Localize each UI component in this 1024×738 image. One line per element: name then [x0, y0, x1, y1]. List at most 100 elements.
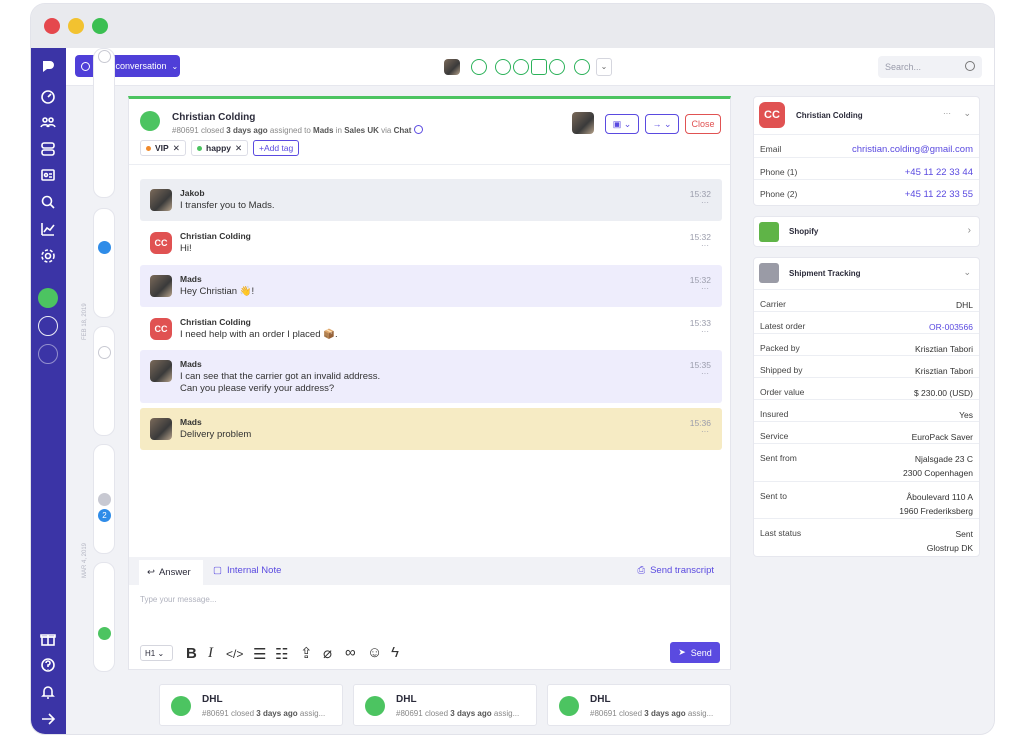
search-icon[interactable] [38, 192, 58, 212]
time-ago: 3 days ago [226, 126, 268, 135]
phone-link[interactable]: +45 11 22 33 55 [905, 188, 973, 202]
message-more-icon[interactable]: ··· [701, 241, 709, 250]
row-label: Sent to [760, 491, 787, 501]
forward-button[interactable]: → ⌄ [645, 114, 679, 134]
lightning-icon[interactable]: ϟ [391, 644, 399, 661]
help-icon[interactable] [38, 655, 58, 675]
chat-channel-icon [140, 111, 160, 131]
chat-channel-icon[interactable] [38, 344, 58, 364]
order-link[interactable]: OR-003566 [929, 320, 973, 334]
link-icon[interactable]: ∞ [345, 644, 356, 661]
message-input[interactable]: Type your message... [140, 595, 216, 604]
emoji-icon[interactable]: ☺ [367, 644, 382, 661]
email-icon[interactable] [531, 59, 547, 75]
analytics-icon[interactable] [38, 219, 58, 239]
timeline-segment[interactable]: 2 [93, 444, 115, 554]
remove-tag-icon[interactable]: ✕ [235, 143, 242, 154]
tab-label: Internal Note [226, 565, 282, 576]
phone-channel-icon[interactable] [38, 288, 58, 308]
message-more-icon[interactable]: ··· [701, 284, 709, 293]
card-status: closed [618, 709, 643, 718]
email-link[interactable]: christian.colding@gmail.com [852, 143, 973, 157]
message-more-icon[interactable]: ··· [701, 198, 709, 207]
maximize-window-dot[interactable] [92, 18, 108, 34]
timeline-segment[interactable] [93, 48, 115, 198]
close-conversation-button[interactable]: Close [685, 114, 721, 134]
channel: Chat [393, 126, 412, 135]
upload-icon[interactable]: ⇪ [300, 644, 313, 662]
expand-arrow-icon[interactable] [38, 709, 58, 729]
team-icon[interactable] [38, 112, 58, 132]
tag-label: VIP [155, 143, 169, 153]
add-tag-button[interactable]: +Add tag [253, 140, 300, 156]
conversation-card[interactable]: DHL #80691 closed 3 days ago assig... [353, 684, 537, 726]
settings-icon[interactable] [38, 246, 58, 266]
code-icon[interactable]: </> [226, 647, 243, 661]
shopify-panel[interactable]: Shopify › [753, 216, 980, 247]
heading-select[interactable]: H1 ⌄ [140, 645, 173, 661]
message-more-icon[interactable]: ··· [701, 427, 709, 436]
row-value: DHL [955, 300, 973, 310]
message-more-icon[interactable]: ··· [701, 369, 709, 378]
shopify-label: Shopify [789, 227, 819, 236]
minimize-window-dot[interactable] [68, 18, 84, 34]
logo-icon[interactable] [38, 56, 58, 76]
attachment-icon[interactable]: ⌀ [323, 644, 332, 662]
more-icon[interactable]: ··· [943, 109, 951, 118]
phone-icon[interactable] [495, 59, 511, 75]
web-icon[interactable] [574, 59, 590, 75]
email-channel-icon[interactable] [38, 316, 58, 336]
phone-link[interactable]: +45 11 22 33 44 [905, 166, 973, 180]
row-label: Carrier [760, 299, 786, 309]
dashboard-icon[interactable] [38, 86, 58, 106]
tab-answer[interactable]: ↩ Answer [139, 560, 203, 585]
contact-name[interactable]: Christian Colding [796, 111, 863, 120]
inbox-icon[interactable] [38, 139, 58, 159]
conversation-card[interactable]: DHL #80691 closed 3 days ago assig... [547, 684, 731, 726]
team[interactable]: Sales UK [344, 126, 379, 135]
tag-vip[interactable]: VIP ✕ [140, 140, 186, 156]
status-icon[interactable] [471, 59, 487, 75]
timeline-segment[interactable] [93, 208, 115, 318]
timeline-segment[interactable] [93, 326, 115, 436]
chat-icon[interactable] [513, 59, 529, 75]
message-more-icon[interactable]: ··· [701, 327, 709, 336]
chat-icon [98, 50, 111, 63]
tab-internal-note[interactable]: ▢ Internal Note [213, 565, 281, 576]
card-status: closed [424, 709, 449, 718]
assignee-avatar[interactable] [572, 112, 594, 134]
chevron-down-icon[interactable]: ⌄ [963, 108, 971, 119]
tag-happy[interactable]: happy ✕ [191, 140, 249, 156]
contacts-icon[interactable] [38, 165, 58, 185]
bell-icon[interactable] [38, 682, 58, 702]
info-icon[interactable] [413, 125, 423, 134]
shipment-row: Insured Yes [754, 399, 979, 421]
sms-icon[interactable] [549, 59, 565, 75]
close-window-dot[interactable] [44, 18, 60, 34]
row-value: Njalsgade 23 C 2300 Copenhagen [903, 454, 973, 478]
numbered-list-icon[interactable]: ☷ [275, 645, 288, 663]
send-transcript-button[interactable]: ⎙ Send transcript [637, 565, 714, 576]
app-window: New conversation ⌄ ⌄ Search... 2 FEB 18,… [31, 4, 994, 734]
new-conversation-button[interactable]: New conversation ⌄ [75, 55, 180, 77]
agent-avatar[interactable] [444, 59, 460, 75]
assignee[interactable]: Mads [313, 126, 333, 135]
bullet-list-icon[interactable]: ☰ [253, 645, 266, 663]
remove-tag-icon[interactable]: ✕ [173, 143, 180, 154]
chevron-down-icon[interactable]: ⌄ [963, 267, 971, 278]
row-label: Service [760, 431, 789, 441]
shipment-row: Sent from Njalsgade 23 C 2300 Copenhagen [754, 443, 979, 481]
shipment-row: Latest order OR-003566 [754, 311, 979, 333]
italic-icon[interactable]: I [208, 645, 213, 662]
conversation-card[interactable]: DHL #80691 closed 3 days ago assig... [159, 684, 343, 726]
search-input[interactable]: Search... [878, 56, 982, 78]
customer-avatar: CC [150, 232, 172, 254]
card-status: closed [230, 709, 255, 718]
gift-icon[interactable] [38, 629, 58, 649]
bold-icon[interactable]: B [186, 645, 197, 662]
snooze-button[interactable]: ▣ ⌄ [605, 114, 639, 134]
contact-name[interactable]: Christian Colding [172, 112, 255, 123]
channels-dropdown-icon[interactable]: ⌄ [596, 58, 612, 76]
timeline-segment[interactable] [93, 562, 115, 672]
send-button[interactable]: ➤ Send [670, 642, 720, 663]
